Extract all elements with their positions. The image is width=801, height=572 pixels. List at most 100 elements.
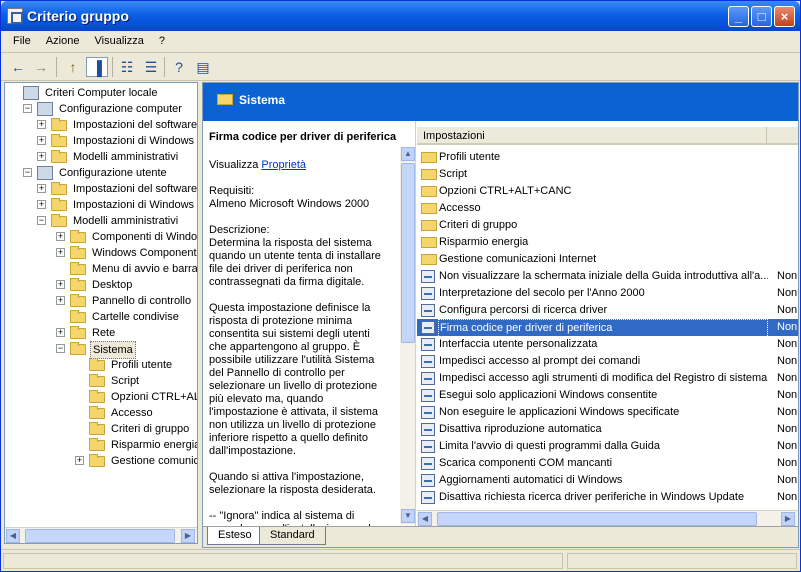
column-header-state[interactable]	[767, 127, 798, 145]
group-policy-app-icon	[7, 8, 23, 24]
list-setting-row[interactable]: Configura percorsi di ricerca driver Non	[417, 302, 798, 319]
row-name: Impedisci accesso al prompt dei comandi	[439, 355, 641, 367]
properties-link[interactable]: Proprietà	[261, 159, 306, 171]
list-folder-row[interactable]: Opzioni CTRL+ALT+CANC	[417, 183, 798, 200]
description-vertical-scrollbar[interactable]: ▲ ▼	[400, 147, 415, 525]
minimize-button[interactable]: _	[728, 6, 749, 27]
list-horizontal-scrollbar[interactable]: ◀ ▶	[417, 510, 798, 526]
title-bar[interactable]: Criterio gruppo _ □ ×	[1, 1, 800, 31]
row-name: Accesso	[439, 202, 481, 214]
row-state: Non	[777, 440, 798, 452]
folder-icon	[217, 94, 233, 105]
up-folder-icon[interactable]: ↑	[62, 57, 84, 77]
settings-list[interactable]: Impostazioni ◀ ▶ Profili utente Script Opz…	[417, 121, 798, 526]
expand-icon[interactable]: +	[56, 328, 65, 337]
row-state: Non	[777, 287, 798, 299]
list-setting-row[interactable]: Impedisci accesso al prompt dei comandi N…	[417, 353, 798, 370]
policy-setting-icon	[421, 372, 435, 385]
expand-icon[interactable]: +	[56, 232, 65, 241]
row-state: Non	[777, 474, 798, 486]
expand-icon[interactable]: +	[37, 136, 46, 145]
list-setting-row[interactable]: Scarica componenti COM mancanti Non	[417, 455, 798, 472]
tree-item-label: Risparmio energia	[111, 439, 198, 451]
scroll-thumb[interactable]	[401, 163, 415, 343]
list-folder-row[interactable]: Accesso	[417, 200, 798, 217]
expand-icon[interactable]: +	[56, 248, 65, 257]
expand-icon[interactable]: +	[37, 152, 46, 161]
close-button[interactable]: ×	[774, 6, 795, 27]
properties-icon[interactable]: ☷	[116, 57, 138, 77]
expand-icon[interactable]: +	[37, 184, 46, 193]
tab-standard[interactable]: Standard	[259, 527, 326, 545]
folder-icon	[70, 246, 86, 259]
tab-esteso[interactable]: Esteso	[207, 527, 263, 545]
toolbar-separator	[164, 57, 165, 77]
scroll-down-icon[interactable]: ▼	[401, 509, 415, 523]
row-name: Criteri di gruppo	[439, 219, 518, 231]
list-setting-row[interactable]: Limita l'avvio di questi programmi dalla…	[417, 438, 798, 455]
expand-icon[interactable]: +	[37, 120, 46, 129]
menu-azione[interactable]: Azione	[40, 31, 86, 51]
tree-item-label: Desktop	[92, 279, 133, 291]
scroll-right-icon[interactable]: ▶	[781, 512, 795, 526]
folder-icon	[89, 406, 105, 419]
computer-icon	[37, 102, 53, 116]
tree-item-label: Accesso	[111, 407, 153, 419]
menu-visualizza[interactable]: Visualizza	[89, 31, 150, 51]
folder-icon	[89, 438, 105, 451]
tree-item-label: Impostazioni del software	[73, 183, 198, 195]
list-setting-row[interactable]: Aggiornamenti automatici di Windows Non	[417, 472, 798, 489]
tree-item-label: Criteri Computer locale	[45, 87, 158, 99]
collapse-icon[interactable]: −	[23, 104, 32, 113]
list-folder-row[interactable]: Script	[417, 166, 798, 183]
folder-icon	[51, 182, 67, 195]
tree-item-label: Opzioni CTRL+ALT+	[111, 391, 197, 403]
policy-setting-icon	[421, 440, 435, 453]
list-setting-row[interactable]: Interpretazione del secolo per l'Anno 20…	[417, 285, 798, 302]
tree-item-label: Modelli amministrativi	[73, 215, 179, 227]
list-folder-row[interactable]: Profili utente	[417, 149, 798, 166]
list-setting-row[interactable]: Disattiva riproduzione automatica Non	[417, 421, 798, 438]
scroll-thumb[interactable]	[25, 529, 175, 543]
menu-help[interactable]: ?	[153, 31, 171, 51]
console-icon[interactable]: ▤	[192, 57, 214, 77]
folder-icon	[89, 454, 105, 467]
show-tree-icon[interactable]: ▐	[86, 57, 108, 77]
list-setting-row[interactable]: Firma codice per driver di periferica Non	[417, 319, 798, 338]
expand-icon[interactable]: +	[75, 456, 84, 465]
collapse-icon[interactable]: −	[56, 344, 65, 353]
back-icon[interactable]: ←	[7, 57, 29, 77]
list-setting-row[interactable]: Impedisci accesso agli strumenti di modi…	[417, 370, 798, 387]
list-folder-row[interactable]: Criteri di gruppo	[417, 217, 798, 234]
list-setting-row[interactable]: Esegui solo applicazioni Windows consent…	[417, 387, 798, 404]
scroll-thumb[interactable]	[437, 512, 757, 526]
scroll-right-icon[interactable]: ▶	[181, 529, 195, 543]
expand-icon[interactable]: +	[37, 200, 46, 209]
tree-horizontal-scrollbar[interactable]: ◀ ▶	[5, 527, 197, 543]
list-setting-row[interactable]: Non visualizzare la schermata iniziale d…	[417, 268, 798, 285]
help-icon[interactable]: ?	[168, 57, 190, 77]
list-setting-row[interactable]: Disattiva richiesta ricerca driver perif…	[417, 489, 798, 506]
scroll-left-icon[interactable]: ◀	[6, 529, 20, 543]
scroll-up-icon[interactable]: ▲	[401, 147, 415, 161]
description-paragraph: -- "Ignora" indica al sistema di procede…	[209, 510, 381, 526]
folder-icon	[70, 262, 86, 275]
column-header-settings[interactable]: Impostazioni	[417, 127, 767, 145]
list-setting-row[interactable]: Interfaccia utente personalizzata Non	[417, 336, 798, 353]
expand-icon[interactable]: +	[56, 280, 65, 289]
scroll-left-icon[interactable]: ◀	[418, 512, 432, 526]
tree-item-label: Impostazioni di Windows	[73, 135, 195, 147]
collapse-icon[interactable]: −	[23, 168, 32, 177]
pane-header: Sistema	[203, 83, 798, 121]
menu-file[interactable]: File	[7, 31, 37, 51]
maximize-button[interactable]: □	[751, 6, 772, 27]
list-folder-row[interactable]: Risparmio energia	[417, 234, 798, 251]
row-state: Non	[777, 355, 798, 367]
expand-icon[interactable]: +	[56, 296, 65, 305]
list-folder-row[interactable]: Gestione comunicazioni Internet	[417, 251, 798, 268]
forward-icon[interactable]: →	[30, 57, 52, 77]
tree-pane[interactable]: + Gestione comunica Risparmio energia Crite…	[4, 82, 198, 544]
list-setting-row[interactable]: Non eseguire le applicazioni Windows spe…	[417, 404, 798, 421]
collapse-icon[interactable]: −	[37, 216, 46, 225]
export-list-icon[interactable]: ☰	[140, 57, 162, 77]
